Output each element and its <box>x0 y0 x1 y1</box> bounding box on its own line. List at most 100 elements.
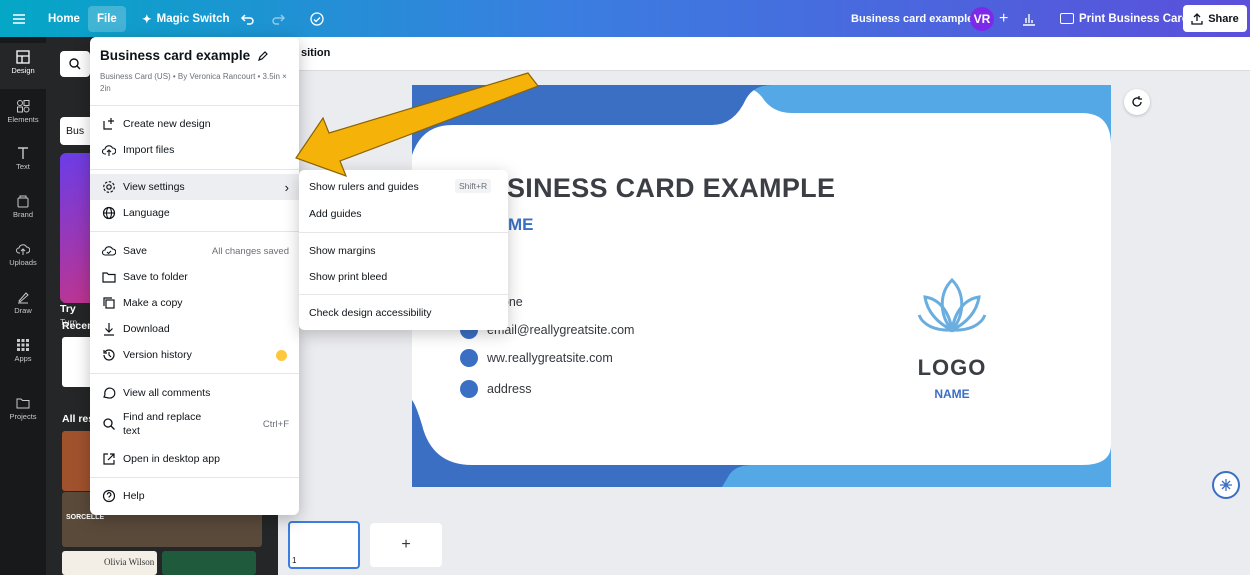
location-pin-icon <box>460 380 478 398</box>
pencil-icon <box>258 50 268 61</box>
download-icon <box>104 323 114 336</box>
rail-apps[interactable]: Apps <box>0 331 46 377</box>
gear-icon <box>103 181 115 193</box>
submenu-add-guides[interactable]: Add guides <box>309 208 362 220</box>
rail-draw[interactable]: Draw <box>0 283 46 329</box>
rail-uploads[interactable]: Uploads <box>0 235 46 281</box>
find-shortcut: Ctrl+F <box>262 418 289 430</box>
premium-crown-icon <box>276 349 287 361</box>
logo-text: LOGO <box>917 355 987 380</box>
folder-icon <box>16 398 30 409</box>
menu-view-settings[interactable]: View settings › <box>90 174 299 200</box>
share-button[interactable]: Share <box>1183 5 1247 32</box>
card-name: ME <box>508 215 534 234</box>
rulers-shortcut: Shift+R <box>455 179 492 193</box>
save-status: All changes saved <box>211 245 289 257</box>
undo-icon[interactable] <box>240 0 256 37</box>
menu-help[interactable]: Help <box>90 483 299 509</box>
external-link-icon <box>103 453 115 465</box>
rail-brand[interactable]: Brand <box>0 187 46 233</box>
magic-assistant-icon[interactable] <box>1212 471 1240 499</box>
position-button[interactable]: sition <box>301 47 330 59</box>
pages-strip: 1 + <box>278 503 1250 575</box>
divider <box>90 105 299 106</box>
help-icon <box>102 489 116 503</box>
menu-create-new-design[interactable]: Create new design <box>90 111 299 137</box>
design-meta: Business Card (US) • By Veronica Rancour… <box>100 72 287 93</box>
submenu-show-rulers[interactable]: Show rulers and guides <box>309 181 419 193</box>
share-icon <box>1191 12 1203 25</box>
copy-icon <box>103 297 115 309</box>
print-icon <box>1060 13 1074 24</box>
sparkle-icon: ✦ <box>142 13 152 26</box>
elements-icon <box>17 100 30 113</box>
globe-icon <box>460 349 478 367</box>
apps-icon <box>17 339 29 351</box>
avatar[interactable]: VR <box>970 0 994 37</box>
menu-find-and-replace[interactable]: Find and replace text Ctrl+F <box>90 407 299 441</box>
card-address: address <box>460 380 531 398</box>
refresh-design-icon[interactable] <box>1124 89 1150 115</box>
cloud-check-icon <box>102 246 116 256</box>
menu-save[interactable]: Save All changes saved <box>90 238 299 264</box>
recent-designs-label: Recen <box>62 320 94 332</box>
cloud-saved-icon <box>309 0 325 37</box>
menu-make-a-copy[interactable]: Make a copy <box>90 290 299 316</box>
search-icon[interactable] <box>60 51 90 77</box>
add-collaborator-icon[interactable]: + <box>999 0 1008 37</box>
text-icon <box>18 147 28 159</box>
card-wave-shapes <box>412 85 1111 487</box>
folder-icon <box>102 272 116 283</box>
menu-version-history[interactable]: Version history <box>90 342 299 368</box>
print-label: Print Business Cards <box>1079 12 1196 25</box>
menu-import-files[interactable]: Import files <box>90 137 299 163</box>
logo-name: NAME <box>934 387 970 401</box>
card-website: ww.reallygreatsite.com <box>460 349 613 367</box>
template-thumbnail-olivia[interactable]: Olivia Wilson <box>62 551 157 575</box>
lotus-logo-icon <box>917 277 987 333</box>
submenu-check-accessibility[interactable]: Check design accessibility <box>309 307 432 319</box>
template-thumbnail-green[interactable] <box>162 551 256 575</box>
cloud-upload-icon <box>102 145 116 156</box>
menu-design-title[interactable]: Business card example <box>100 48 269 63</box>
page-thumbnail[interactable]: 1 <box>288 521 360 569</box>
magic-switch-button[interactable]: ✦ Magic Switch <box>142 0 230 37</box>
draw-icon <box>18 292 29 304</box>
plus-square-icon <box>103 118 114 130</box>
home-button[interactable]: Home <box>48 0 80 37</box>
history-icon <box>103 349 115 361</box>
hamburger-menu-icon[interactable] <box>12 0 26 37</box>
file-menu-button[interactable]: File <box>88 6 126 32</box>
left-rail: Design Elements Text Brand Uploads Draw … <box>0 37 46 575</box>
file-menu: Business card example Business Card (US)… <box>90 37 299 515</box>
print-business-cards-button[interactable]: Print Business Cards <box>1060 0 1195 37</box>
magic-switch-label: Magic Switch <box>156 12 230 25</box>
menu-view-all-comments[interactable]: View all comments <box>90 380 299 406</box>
business-card-design[interactable]: SINESS CARD EXAMPLE ME phone email@reall… <box>412 85 1111 487</box>
view-settings-submenu: Show rulers and guides Shift+R Add guide… <box>299 170 508 330</box>
add-page-button[interactable]: + <box>370 523 442 567</box>
promo-title: Try <box>60 303 76 315</box>
submenu-show-print-bleed[interactable]: Show print bleed <box>309 271 387 283</box>
comment-icon <box>103 387 116 399</box>
context-toolbar: sition <box>278 37 1250 71</box>
rail-design[interactable]: Design <box>0 43 46 89</box>
menu-download[interactable]: Download <box>90 316 299 342</box>
design-icon <box>16 50 30 64</box>
card-heading: SINESS CARD EXAMPLE <box>507 173 836 203</box>
chevron-right-icon: › <box>284 179 289 195</box>
rail-projects[interactable]: Projects <box>0 389 46 435</box>
brand-icon <box>17 195 29 208</box>
insights-icon[interactable] <box>1022 0 1036 37</box>
cloud-upload-icon <box>16 244 30 255</box>
menu-open-in-desktop-app[interactable]: Open in desktop app <box>90 446 299 472</box>
redo-icon[interactable] <box>270 0 286 37</box>
rail-elements[interactable]: Elements <box>0 92 46 138</box>
design-title[interactable]: Business card example <box>851 0 973 37</box>
submenu-show-margins[interactable]: Show margins <box>309 245 376 257</box>
rail-text[interactable]: Text <box>0 139 46 185</box>
globe-icon <box>102 206 116 220</box>
menu-save-to-folder[interactable]: Save to folder <box>90 264 299 290</box>
search-icon <box>103 418 115 430</box>
menu-language[interactable]: Language <box>90 200 299 226</box>
